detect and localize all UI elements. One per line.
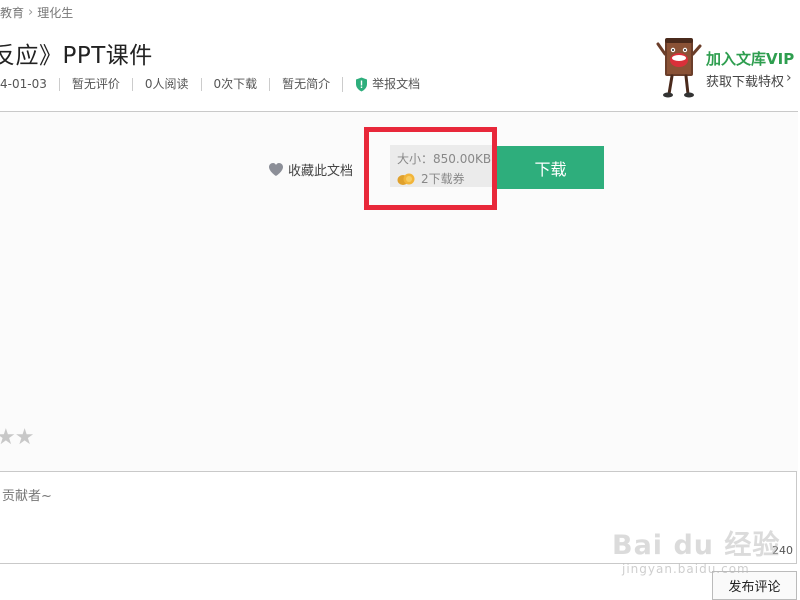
- favorite-label: 收藏此文档: [288, 164, 354, 179]
- shield-icon: [356, 77, 368, 92]
- watermark-logo: Bai du 经验: [612, 530, 781, 561]
- book-mascot-icon[interactable]: [656, 34, 702, 100]
- watermark-url: jingyan.baidu.com: [622, 562, 750, 576]
- doc-meta-row: 4-01-03 暂无评价 0人阅读 0次下载 暂无简介 举报文档: [0, 77, 432, 92]
- page-title: 反应》PPT课件: [0, 43, 153, 69]
- upload-date: 4-01-03: [0, 77, 47, 91]
- rating-text: 暂无评价: [58, 78, 132, 91]
- star-icon[interactable]: ★: [15, 425, 35, 450]
- breadcrumb: 教育 › 理化生: [0, 4, 73, 21]
- favorite-button[interactable]: 收藏此文档: [268, 160, 353, 179]
- breadcrumb-item-education[interactable]: 教育: [0, 4, 24, 21]
- download-button[interactable]: 下载: [497, 146, 604, 189]
- read-count: 0人阅读: [131, 78, 201, 91]
- rating-stars[interactable]: ★★: [0, 425, 35, 450]
- heart-icon: [269, 163, 283, 176]
- download-count: 0次下载: [200, 78, 270, 91]
- chevron-right-icon: ›: [28, 5, 34, 20]
- breadcrumb-item-science[interactable]: 理化生: [37, 4, 73, 21]
- vip-subtitle[interactable]: 获取下载特权: [706, 71, 784, 90]
- report-link[interactable]: 举报文档: [342, 77, 432, 92]
- report-label: 举报文档: [372, 77, 421, 91]
- chevron-right-icon[interactable]: ›: [786, 70, 792, 86]
- star-icon[interactable]: ★: [0, 425, 16, 450]
- vip-title-link[interactable]: 加入文库VIP: [706, 48, 794, 69]
- intro-text: 暂无简介: [269, 78, 342, 91]
- comment-placeholder: 贡献者~: [2, 489, 52, 504]
- highlight-box: [364, 127, 497, 210]
